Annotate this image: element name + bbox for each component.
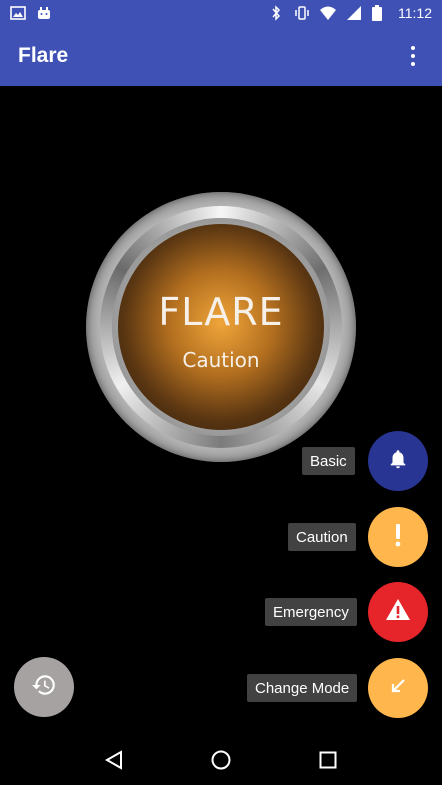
caution-button[interactable]	[368, 507, 428, 567]
recents-icon[interactable]	[308, 740, 348, 780]
emergency-label[interactable]: Emergency	[265, 598, 357, 626]
wifi-icon	[320, 5, 336, 21]
battery-icon	[372, 5, 388, 21]
app-bar: Flare	[0, 26, 442, 86]
home-icon[interactable]	[201, 740, 241, 780]
status-time: 11:12	[398, 5, 432, 21]
image-icon	[10, 5, 26, 21]
history-icon	[31, 672, 57, 703]
bluetooth-icon	[268, 5, 284, 21]
flare-button[interactable]: FLARE Caution	[86, 192, 356, 462]
back-icon[interactable]	[94, 740, 134, 780]
signal-icon	[346, 5, 362, 21]
status-bar: 11:12	[0, 0, 442, 26]
arrow-down-left-icon	[388, 676, 408, 701]
exclamation-icon	[387, 522, 409, 553]
change-mode-label[interactable]: Change Mode	[247, 674, 358, 702]
history-button[interactable]	[14, 657, 74, 717]
flare-core: FLARE Caution	[118, 224, 324, 430]
status-left	[10, 5, 52, 21]
flare-label: FLARE	[158, 290, 284, 334]
flare-mode-label: Caution	[182, 348, 260, 372]
app-title: Flare	[18, 44, 69, 67]
android-icon	[36, 5, 52, 21]
more-vert-icon[interactable]	[402, 41, 424, 71]
nav-bar	[0, 735, 442, 785]
status-right: 11:12	[268, 5, 432, 21]
emergency-button[interactable]	[368, 582, 428, 642]
warning-icon	[385, 598, 411, 627]
change-mode-button[interactable]	[368, 658, 428, 718]
basic-button[interactable]	[368, 431, 428, 491]
bell-icon	[387, 448, 409, 475]
basic-label[interactable]: Basic	[302, 447, 355, 475]
vibrate-icon	[294, 5, 310, 21]
caution-label[interactable]: Caution	[288, 523, 356, 551]
